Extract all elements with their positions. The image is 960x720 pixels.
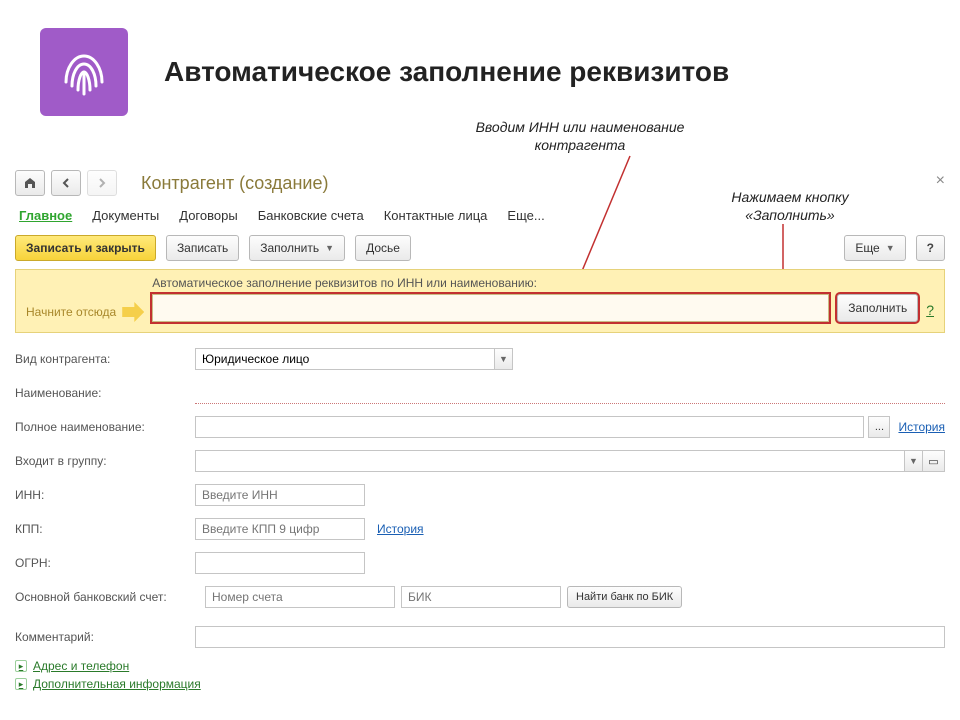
auto-fill-help-link[interactable]: ?	[926, 302, 934, 318]
save-close-button[interactable]: Записать и закрыть	[15, 235, 156, 261]
chevron-down-icon: ▼	[325, 243, 334, 253]
forward-button[interactable]	[87, 170, 117, 196]
expand-additional-info[interactable]: ▸ Дополнительная информация	[15, 677, 945, 691]
kpp-label: КПП:	[15, 522, 195, 536]
more-label: Еще	[855, 241, 879, 255]
back-button[interactable]	[51, 170, 81, 196]
tab-bank-accounts[interactable]: Банковские счета	[258, 208, 364, 223]
expand-address-phone[interactable]: ▸ Адрес и телефон	[15, 659, 945, 673]
fullname-history-link[interactable]: История	[898, 420, 945, 434]
ogrn-input[interactable]	[195, 552, 365, 574]
tab-more[interactable]: Еще...	[507, 208, 544, 223]
fill-button[interactable]: Заполнить	[837, 294, 918, 322]
inn-label: ИНН:	[15, 488, 195, 502]
group-picker[interactable]: ▭	[923, 450, 945, 472]
arrow-left-icon	[61, 178, 71, 188]
bank-account-label: Основной банковский счет:	[15, 590, 205, 604]
page-title: Автоматическое заполнение реквизитов	[164, 56, 729, 88]
more-button[interactable]: Еще ▼	[844, 235, 905, 261]
group-input[interactable]	[195, 450, 905, 472]
brand-logo	[40, 28, 128, 116]
start-here-label: Начните отсюда	[26, 305, 116, 319]
tab-main[interactable]: Главное	[19, 208, 72, 223]
comment-label: Комментарий:	[15, 630, 195, 644]
dossier-button[interactable]: Досье	[355, 235, 411, 261]
fullname-ellipsis[interactable]: ...	[868, 416, 890, 438]
kpp-input[interactable]	[195, 518, 365, 540]
tab-contracts[interactable]: Договоры	[179, 208, 237, 223]
group-label: Входит в группу:	[15, 454, 195, 468]
home-button[interactable]	[15, 170, 45, 196]
arrow-right-icon	[122, 302, 144, 322]
comment-input[interactable]	[195, 626, 945, 648]
auto-fill-panel: Начните отсюда Автоматическое заполнение…	[15, 269, 945, 333]
bik-input[interactable]	[401, 586, 561, 608]
tab-documents[interactable]: Документы	[92, 208, 159, 223]
type-label: Вид контрагента:	[15, 352, 195, 366]
arrow-right-icon	[97, 178, 107, 188]
chevron-down-icon: ▼	[886, 243, 895, 253]
save-button[interactable]: Записать	[166, 235, 239, 261]
find-bank-button[interactable]: Найти банк по БИК	[567, 586, 682, 608]
kpp-history-link[interactable]: История	[377, 522, 424, 536]
additional-info-label: Дополнительная информация	[33, 677, 201, 691]
home-icon	[23, 176, 37, 190]
annotation-input: Вводим ИНН или наименование контрагента	[440, 118, 720, 154]
fullname-label: Полное наименование:	[15, 420, 195, 434]
auto-fill-label: Автоматическое заполнение реквизитов по …	[152, 276, 829, 290]
expand-icon: ▸	[15, 678, 27, 690]
inn-input[interactable]	[195, 484, 365, 506]
fullname-input[interactable]	[195, 416, 864, 438]
address-phone-label: Адрес и телефон	[33, 659, 129, 673]
tab-contacts[interactable]: Контактные лица	[384, 208, 488, 223]
name-input[interactable]	[195, 382, 945, 404]
help-button[interactable]: ?	[916, 235, 945, 261]
type-select[interactable]	[195, 348, 495, 370]
name-label: Наименование:	[15, 386, 195, 400]
form-title: Контрагент (создание)	[141, 173, 328, 194]
group-caret[interactable]: ▼	[905, 450, 923, 472]
ogrn-label: ОГРН:	[15, 556, 195, 570]
fill-menu-label: Заполнить	[260, 241, 319, 255]
fill-menu-button[interactable]: Заполнить ▼	[249, 235, 345, 261]
fingerprint-icon	[54, 42, 114, 102]
account-number-input[interactable]	[205, 586, 395, 608]
close-button[interactable]: ×	[936, 172, 945, 190]
type-select-caret[interactable]: ▼	[495, 348, 513, 370]
inn-search-input[interactable]	[152, 294, 829, 322]
expand-icon: ▸	[15, 660, 27, 672]
